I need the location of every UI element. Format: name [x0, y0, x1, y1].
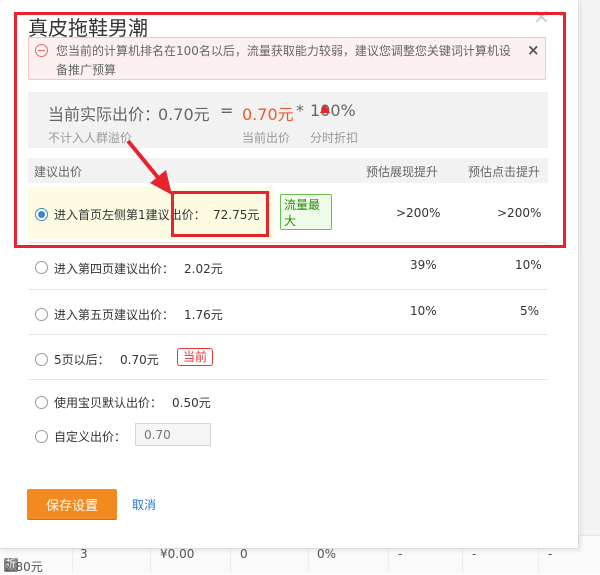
bg-rank: 3: [80, 547, 88, 561]
cancel-link[interactable]: 取消: [132, 496, 156, 513]
bg-price: 2.80元: [4, 560, 43, 574]
row-divider: [28, 242, 548, 243]
click-lift: 5%: [520, 304, 540, 318]
header-impression-lift: 预估展现提升: [366, 165, 439, 179]
option-label: 5页以后：: [54, 353, 110, 367]
option-label: 进入第四页建议出价：: [54, 262, 175, 276]
option-value: 0.70元: [120, 353, 159, 367]
actual-bid-label: 当前实际出价：: [48, 105, 161, 124]
impression-lift: 39%: [410, 258, 437, 272]
impression-lift: >200%: [396, 206, 441, 220]
option-value: 0.50元: [172, 396, 211, 410]
header-suggested-bid: 建议出价: [34, 165, 83, 179]
radio-option-4[interactable]: [35, 353, 48, 366]
custom-bid-input[interactable]: [135, 423, 211, 446]
bg-count: 0: [240, 547, 248, 561]
click-lift: 10%: [515, 258, 542, 272]
option-label: 进入第五页建议出价：: [54, 308, 175, 322]
current-bid-value: 0.70元: [242, 105, 294, 124]
warning-text: 您当前的计算机排名在100名以后，流量获取能力较弱，建议您调整您关键词计算机设备…: [56, 44, 511, 77]
option-label: 进入首页左侧第1建议出价：: [54, 208, 206, 222]
option-label: 自定义出价：: [54, 430, 127, 444]
click-lift: >200%: [497, 206, 542, 220]
bg-pct: 0%: [317, 547, 337, 561]
impression-lift: 10%: [410, 304, 437, 318]
bg-dash: -: [472, 547, 477, 561]
row-divider: [28, 334, 548, 335]
crowd-premium-note: 不计入人群溢价: [48, 131, 133, 145]
equals-sign: =: [220, 101, 234, 120]
time-discount-value: 100%: [310, 101, 356, 120]
actual-bid-formula: 当前实际出价： 0.70元 = 0.70元 * 100% 不计入人群溢价 当前出…: [28, 92, 548, 148]
option-value: 2.02元: [184, 262, 223, 276]
option-label: 使用宝贝默认出价：: [54, 396, 163, 410]
warning-bar: 您当前的计算机排名在100名以后，流量获取能力较弱，建议您调整您关键词计算机设备…: [28, 37, 546, 80]
current-badge: 当前: [177, 348, 214, 366]
dialog-close-icon[interactable]: ×: [533, 4, 550, 28]
traffic-max-badge: 流量最大: [280, 194, 332, 230]
minus-circle-icon: [35, 44, 48, 57]
radio-option-5[interactable]: [35, 396, 48, 409]
bg-amount: ¥0.00: [160, 547, 195, 561]
option-value: 1.76元: [184, 308, 223, 322]
header-click-lift: 预估点击提升: [468, 165, 541, 179]
page-background-strip: [580, 0, 600, 535]
option-value: 72.75元: [213, 208, 260, 222]
radio-option-1[interactable]: [35, 208, 48, 221]
annotation-arrowhead-small: [320, 104, 330, 113]
row-divider: [28, 289, 548, 290]
table-header: 建议出价 预估展现提升 预估点击提升: [28, 158, 548, 183]
multiply-sign: *: [296, 101, 304, 120]
time-discount-caption: 分时折扣: [310, 131, 359, 145]
bg-dash: -: [548, 547, 553, 561]
radio-option-3[interactable]: [35, 308, 48, 321]
radio-option-6[interactable]: [35, 430, 48, 443]
warning-close-icon[interactable]: ×: [527, 41, 540, 59]
actual-bid-value: 0.70元: [158, 105, 210, 124]
bg-dash: -: [398, 547, 403, 561]
radio-option-2[interactable]: [35, 261, 48, 274]
save-settings-button[interactable]: 保存设置: [27, 489, 117, 519]
current-bid-caption: 当前出价: [242, 131, 291, 145]
row-divider: [28, 379, 548, 380]
bid-settings-dialog: 真皮拖鞋男潮 × 您当前的计算机排名在100名以后，流量获取能力较弱，建议您调整…: [0, 0, 579, 549]
